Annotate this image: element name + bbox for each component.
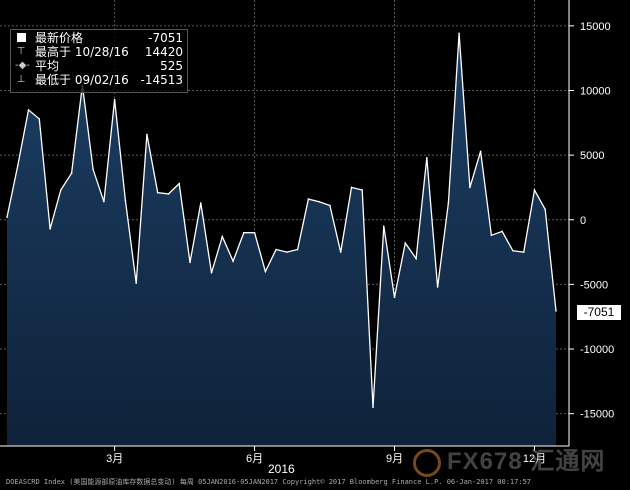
legend-row-average: -◆- 平均 525	[15, 59, 183, 73]
y-tick-label: 5000	[580, 150, 604, 162]
y-tick-label: 0	[580, 215, 586, 227]
legend-low-label: 最低于	[35, 73, 72, 87]
high-marker-icon: ⊤	[16, 46, 26, 57]
legend-row-low: ⊥ 最低于 09/02/16 -14513	[15, 73, 183, 87]
legend-value: -14513	[140, 73, 183, 87]
watermark-text: FX678 汇通网	[447, 448, 606, 475]
legend-label: 最高于 10/28/16	[35, 45, 129, 59]
watermark: FX678 汇通网	[413, 441, 605, 477]
y-tick-label: 15000	[580, 21, 611, 33]
legend-value: 14420	[144, 45, 183, 59]
series-area	[7, 33, 556, 447]
low-marker-icon: ⊥	[16, 74, 26, 85]
legend-row-last: 最新价格 -7051	[15, 31, 183, 45]
x-tick-label: 6月	[246, 453, 263, 465]
legend-label: 平均	[35, 59, 60, 73]
legend-box: 最新价格 -7051 ⊤ 最高于 10/28/16 14420 -◆- 平均 5…	[10, 29, 188, 93]
legend-row-high: ⊤ 最高于 10/28/16 14420	[15, 45, 183, 59]
year-label: 2016	[268, 462, 295, 476]
footer-source: DOEASCRD Index (美国能源部原油库存数据总变动) 每周 05JAN…	[6, 478, 532, 486]
x-tick-label: 3月	[106, 453, 123, 465]
average-marker-icon: -◆-	[15, 60, 30, 71]
x-tick-label: 9月	[386, 453, 403, 465]
y-tick-label: 10000	[580, 85, 611, 97]
last-value-tag: -7051	[577, 305, 621, 320]
y-tick-label: -5000	[580, 279, 608, 291]
legend-value: -7051	[148, 31, 183, 45]
legend-value: 525	[160, 59, 183, 73]
legend-label: 最新价格	[35, 31, 84, 45]
legend-label: 最低于 09/02/16	[35, 73, 129, 87]
legend-low-date: 09/02/16	[74, 73, 129, 87]
legend-high-date: 10/28/16	[74, 45, 129, 59]
legend-high-label: 最高于	[35, 45, 72, 59]
y-ticks: 15000 10000 5000 0 -5000 -10000 -15000	[569, 21, 614, 421]
y-tick-label: -10000	[580, 344, 614, 356]
watermark-logo-icon	[413, 448, 441, 477]
y-tick-label: -15000	[580, 409, 614, 421]
